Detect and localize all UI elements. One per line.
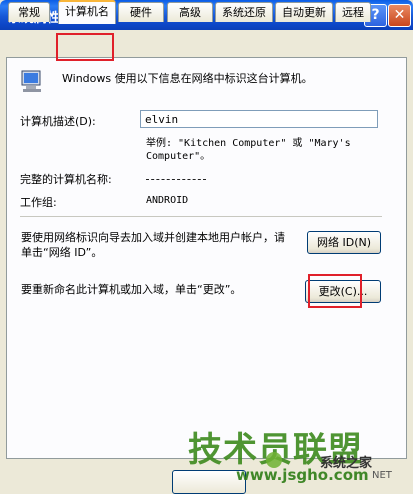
tab-advanced[interactable]: 高级 xyxy=(167,2,213,22)
tab-highlight-box xyxy=(56,33,114,61)
change-highlight-box xyxy=(308,274,362,308)
full-computer-name-value xyxy=(146,172,206,180)
workgroup-value: ANDROID xyxy=(146,195,189,206)
computer-description-label: 计算机描述(D): xyxy=(20,115,96,128)
full-computer-name-label: 完整的计算机名称: xyxy=(20,173,112,186)
example-text: 举例: "Kitchen Computer" 或 "Mary's Compute… xyxy=(146,138,351,162)
computer-icon xyxy=(21,70,41,92)
section-divider xyxy=(20,216,382,217)
watermark-brand: 系统之家 xyxy=(320,456,373,471)
tab-hardware[interactable]: 硬件 xyxy=(118,2,164,22)
ok-button[interactable] xyxy=(172,470,246,494)
watermark-net: NET xyxy=(372,470,392,481)
tab-system-restore[interactable]: 系统还原 xyxy=(215,2,273,22)
tab-general[interactable]: 常规 xyxy=(8,2,50,22)
tab-computer-name[interactable]: 计算机名 xyxy=(58,0,116,24)
tab-remote[interactable]: 远程 xyxy=(335,2,371,22)
system-properties-window: 系统属性 ? ✕ 常规 计算机名 硬件 高级 系统还原 自动更新 远程 Wind… xyxy=(0,0,413,494)
network-id-text: 要使用网络标识向导去加入域并创建本地用户帐户，请单击“网络 ID”。 xyxy=(21,231,285,259)
network-id-button[interactable]: 网络 ID(N) xyxy=(307,231,381,254)
intro-text: Windows 使用以下信息在网络中标识这台计算机。 xyxy=(62,72,313,85)
rename-text: 要重新命名此计算机或加入域，单击“更改”。 xyxy=(21,283,242,296)
workgroup-label: 工作组: xyxy=(20,196,57,209)
tab-automatic-updates[interactable]: 自动更新 xyxy=(275,2,333,22)
close-button[interactable]: ✕ xyxy=(388,4,411,27)
computer-description-input[interactable] xyxy=(140,110,378,128)
